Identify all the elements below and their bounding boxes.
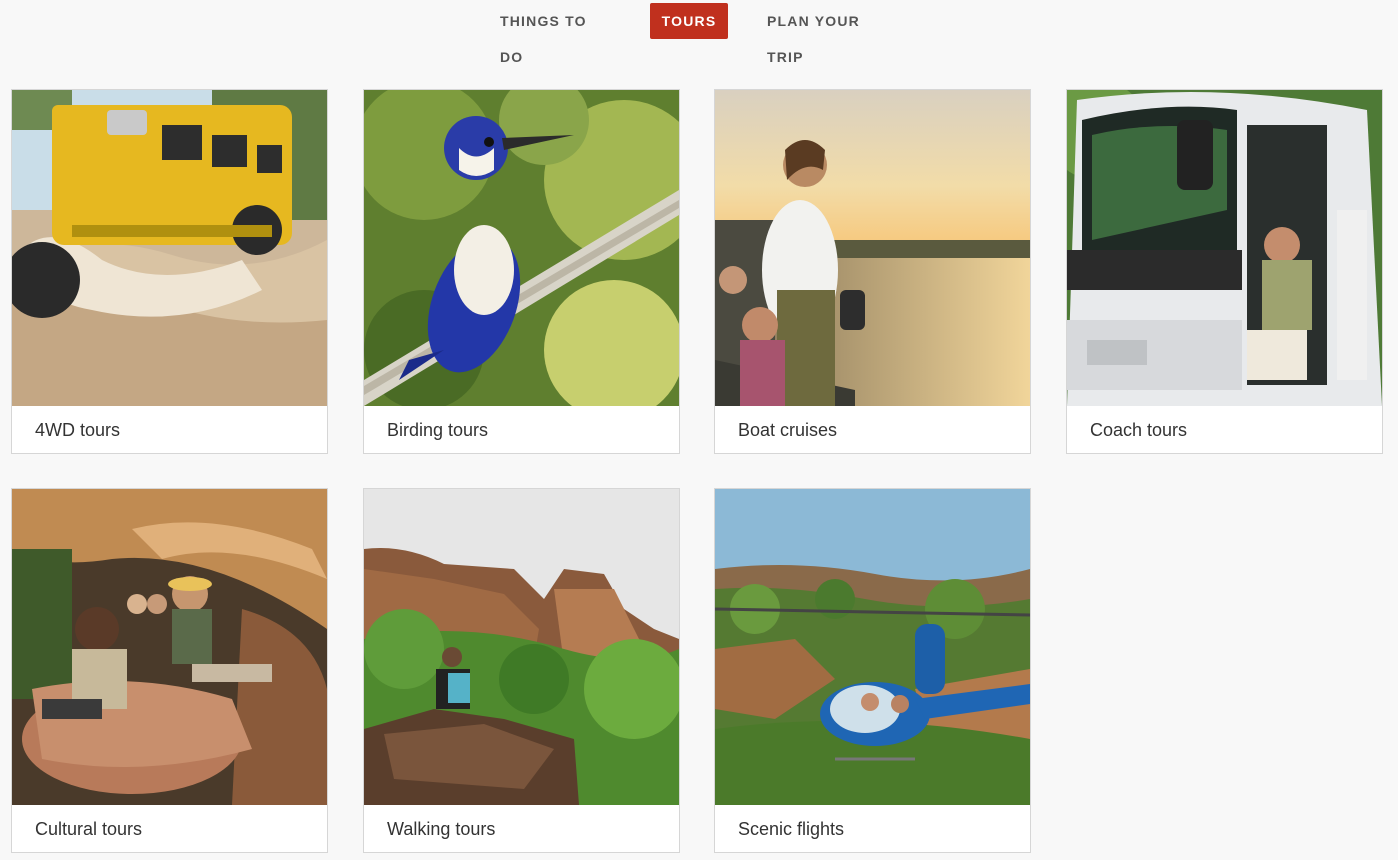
4wd-tours-image <box>12 90 327 406</box>
nav-plan-your-trip[interactable]: PLAN YOUR TRIP <box>767 3 897 65</box>
tour-card-cultural[interactable]: Cultural tours <box>11 488 328 853</box>
walking-tours-image <box>364 489 679 805</box>
tour-label: Scenic flights <box>738 819 845 839</box>
tour-card-4wd[interactable]: 4WD tours <box>11 89 328 454</box>
cultural-tours-image <box>12 489 327 805</box>
nav-things-to-do[interactable]: THINGS TO DO <box>500 3 612 65</box>
tour-card-walking[interactable]: Walking tours <box>363 488 680 853</box>
tour-card-boat[interactable]: Boat cruises <box>714 89 1031 454</box>
tour-label: Cultural tours <box>35 819 143 839</box>
nav-tours[interactable]: TOURS <box>650 3 728 39</box>
tour-category-nav: THINGS TO DO TOURS PLAN YOUR TRIP <box>0 0 1398 65</box>
tour-card-coach[interactable]: Coach tours <box>1066 89 1383 454</box>
tour-label: Birding tours <box>387 420 489 440</box>
tour-label: 4WD tours <box>35 420 121 440</box>
scenic-flights-image <box>715 489 1030 805</box>
tour-card-scenic-flights[interactable]: Scenic flights <box>714 488 1031 853</box>
tour-label: Coach tours <box>1090 420 1188 440</box>
tour-card-birding[interactable]: Birding tours <box>363 89 680 454</box>
tour-label: Boat cruises <box>738 420 838 440</box>
coach-tours-image <box>1067 90 1382 406</box>
boat-cruises-image <box>715 90 1030 406</box>
birding-tours-image <box>364 90 679 406</box>
tour-label: Walking tours <box>387 819 496 839</box>
